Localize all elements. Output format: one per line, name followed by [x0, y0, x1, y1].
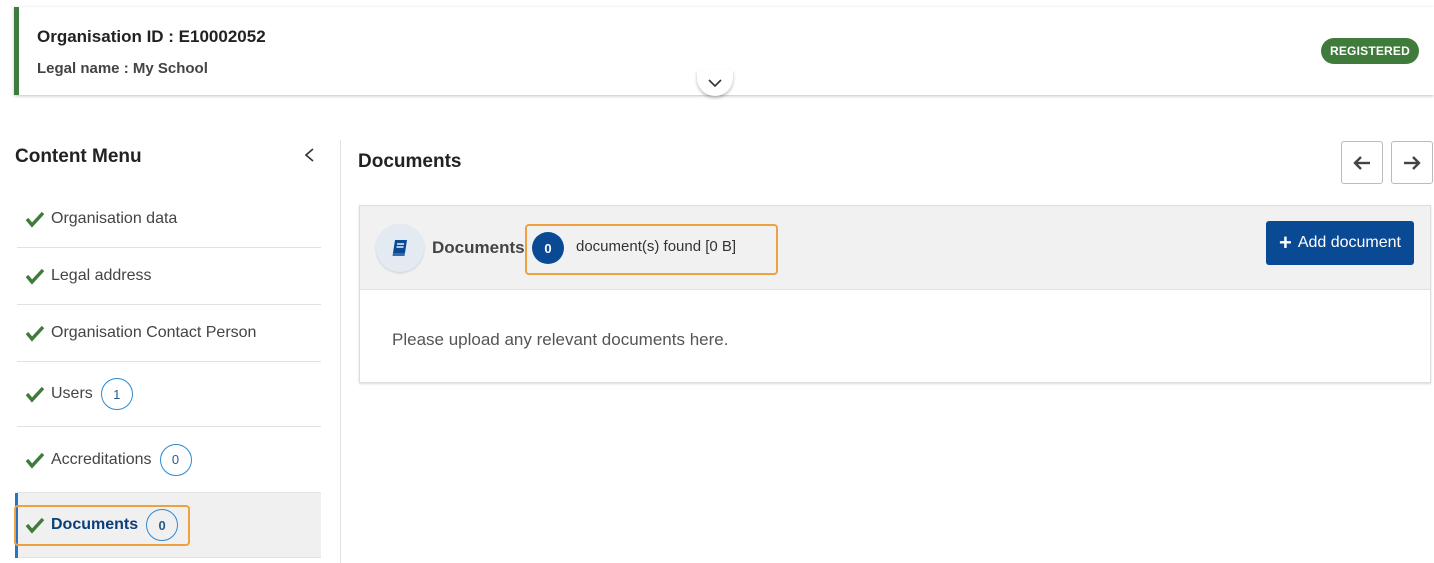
- status-badge: REGISTERED: [1320, 38, 1419, 64]
- menu-item-label: Users: [51, 385, 93, 402]
- menu-item-label: Organisation Contact Person: [51, 324, 257, 341]
- content-menu-list: Organisation data Legal address Organisa…: [15, 190, 321, 558]
- previous-button[interactable]: [1341, 141, 1383, 184]
- menu-item-legal-address[interactable]: Legal address: [17, 248, 321, 305]
- page-title: Documents: [358, 151, 462, 172]
- menu-item-label: Legal address: [51, 267, 152, 284]
- check-icon: [25, 452, 45, 469]
- check-icon: [25, 268, 45, 285]
- menu-item-accreditations[interactable]: Accreditations 0: [17, 427, 321, 493]
- add-document-label: Add document: [1297, 234, 1401, 251]
- users-count-badge: 1: [100, 378, 133, 410]
- organisation-id: Organisation ID : E10002052: [37, 27, 266, 46]
- collapse-menu-button[interactable]: [300, 144, 318, 166]
- menu-item-organisation-contact-person[interactable]: Organisation Contact Person: [17, 305, 321, 362]
- check-icon: [25, 325, 45, 342]
- arrow-left-icon: [1353, 155, 1370, 170]
- legal-name: Legal name : My School: [37, 60, 208, 77]
- documents-instructions: Please upload any relevant documents her…: [392, 330, 729, 349]
- documents-panel-header: Documents 0 document(s) found [0 B] + Ad…: [360, 206, 1430, 290]
- highlight-box: [14, 505, 190, 546]
- highlight-box: [525, 224, 778, 275]
- chevron-left-icon: [304, 148, 314, 162]
- content-menu-title: Content Menu: [15, 146, 142, 167]
- arrow-right-icon: [1404, 155, 1421, 170]
- documents-panel: Documents 0 document(s) found [0 B] + Ad…: [359, 205, 1431, 383]
- menu-item-label: Organisation data: [51, 209, 178, 227]
- plus-icon: +: [1278, 230, 1292, 255]
- check-icon: [25, 211, 45, 228]
- next-button[interactable]: [1391, 141, 1433, 184]
- check-icon: [25, 386, 45, 403]
- menu-item-organisation-data[interactable]: Organisation data: [17, 190, 321, 248]
- accreditations-count-badge: 0: [159, 443, 192, 476]
- documents-panel-title: Documents: [432, 238, 525, 257]
- book-icon: [376, 224, 424, 272]
- menu-item-label: Accreditations: [51, 450, 152, 468]
- content-menu: Content Menu Organisation data Legal add…: [0, 140, 341, 563]
- add-document-button[interactable]: + Add document: [1265, 221, 1414, 265]
- menu-item-users[interactable]: Users 1: [17, 362, 321, 427]
- chevron-down-icon: [708, 78, 722, 87]
